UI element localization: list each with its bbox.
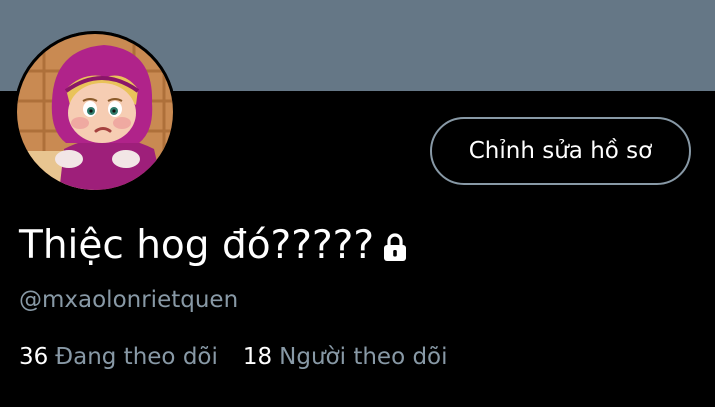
profile-page: Chỉnh sửa hồ sơ Thiệc hog đó????? @mxaol… (0, 0, 715, 407)
lock-icon (380, 232, 410, 266)
following-stat[interactable]: 36 Đang theo dõi (19, 341, 218, 373)
display-name-row: Thiệc hog đó????? (19, 221, 410, 271)
profile-avatar[interactable] (14, 31, 176, 193)
display-name: Thiệc hog đó????? (19, 223, 375, 268)
following-label: Đang theo dõi (55, 344, 218, 370)
profile-stats: 36 Đang theo dõi 18 Người theo dõi (19, 341, 448, 373)
avatar-image (14, 31, 176, 193)
edit-profile-label: Chỉnh sửa hồ sơ (468, 138, 653, 164)
followers-stat[interactable]: 18 Người theo dõi (243, 341, 448, 373)
profile-handle: @mxaolonrietquen (19, 287, 239, 313)
followers-label: Người theo dõi (279, 344, 448, 370)
followers-count: 18 (242, 344, 273, 370)
edit-profile-button[interactable]: Chỉnh sửa hồ sơ (430, 117, 691, 185)
following-count: 36 (19, 344, 49, 370)
